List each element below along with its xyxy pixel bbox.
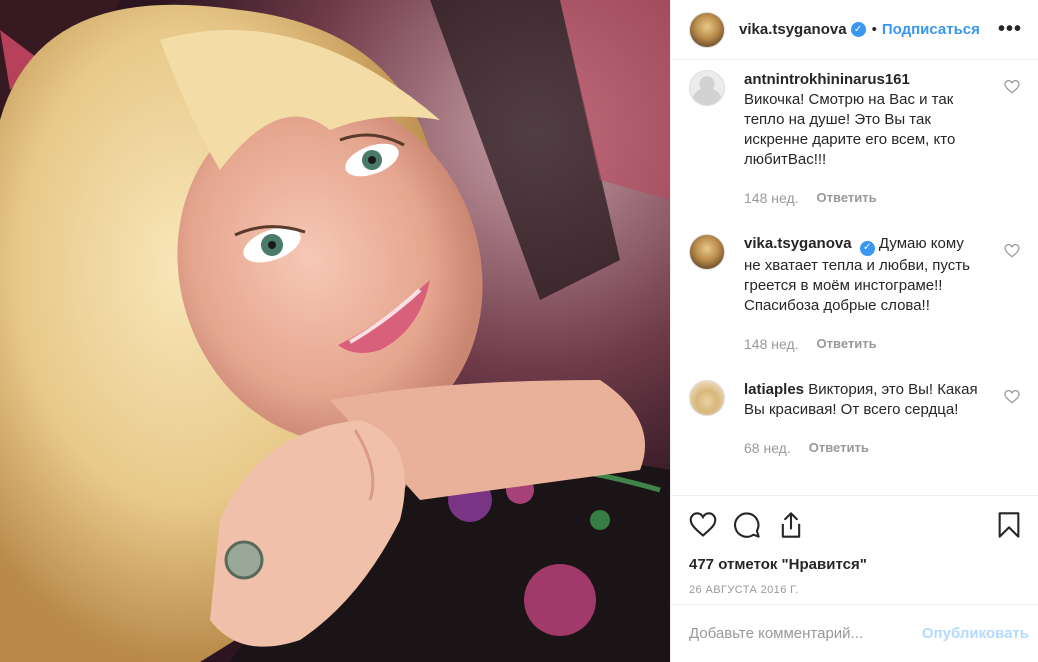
post-header: vika.tsyganova ✓ • Подписаться ••• (671, 0, 1038, 60)
commenter-avatar[interactable] (689, 234, 725, 270)
comment-item: latiaples Виктория, это Вы! Какая Вы кра… (689, 379, 1022, 458)
bookmark-icon[interactable] (995, 511, 1023, 539)
like-comment-heart-icon[interactable] (1004, 244, 1020, 258)
publish-button[interactable]: Опубликовать (922, 625, 1029, 642)
comment-username[interactable]: latiaples (744, 381, 804, 398)
comment-time[interactable]: 68 нед. (744, 438, 791, 458)
author-avatar[interactable] (689, 11, 725, 48)
commenter-avatar[interactable] (689, 379, 725, 416)
comment-username[interactable]: vika.tsyganova (744, 235, 852, 252)
reply-button[interactable]: Ответить (809, 438, 869, 458)
portrait-image (0, 0, 670, 662)
comments-list[interactable]: antnintrokhininarus161 Викочка! Смотрю н… (671, 60, 1038, 494)
reply-button[interactable]: Ответить (817, 188, 877, 208)
post-actions: 477 отметок "Нравится" 26 августа 2016 г… (671, 495, 1038, 596)
like-comment-heart-icon[interactable] (1004, 80, 1020, 94)
comment-time[interactable]: 148 нед. (744, 334, 799, 354)
author-username[interactable]: vika.tsyganova (739, 21, 847, 38)
comment-time[interactable]: 148 нед. (744, 188, 799, 208)
share-icon[interactable] (777, 511, 805, 539)
add-comment-section: Опубликовать (671, 604, 1038, 662)
comment-meta: 68 нед. Ответить (744, 438, 980, 458)
verified-icon: ✓ (850, 22, 866, 37)
comment-item: vika.tsyganova ✓ Думаю кому не хватает т… (689, 234, 1022, 354)
likes-count[interactable]: 477 отметок "Нравится" (689, 556, 1023, 573)
comment-item: antnintrokhininarus161 Викочка! Смотрю н… (689, 70, 1022, 208)
comment-body: vika.tsyganova ✓ Думаю кому не хватает т… (744, 234, 980, 354)
comment-text: Викочка! Смотрю на Вас и так тепло на ду… (744, 91, 956, 168)
heart-icon[interactable] (689, 511, 717, 539)
reply-button[interactable]: Ответить (817, 334, 877, 354)
post-photo[interactable] (0, 0, 670, 662)
comment-meta: 148 нед. Ответить (744, 188, 980, 208)
commenter-avatar[interactable] (689, 70, 725, 106)
more-options-icon[interactable]: ••• (998, 18, 1022, 41)
like-comment-heart-icon[interactable] (1004, 389, 1020, 404)
follow-button[interactable]: Подписаться (882, 21, 980, 38)
post-side-panel: vika.tsyganova ✓ • Подписаться ••• antni… (670, 0, 1038, 662)
comment-body: antnintrokhininarus161 Викочка! Смотрю н… (744, 70, 980, 208)
comment-icon[interactable] (733, 511, 761, 539)
comment-input[interactable] (689, 625, 922, 642)
comment-username[interactable]: antnintrokhininarus161 (744, 71, 910, 88)
comment-meta: 148 нед. Ответить (744, 334, 980, 354)
comment-body: latiaples Виктория, это Вы! Какая Вы кра… (744, 380, 980, 458)
verified-icon: ✓ (859, 240, 875, 256)
post-date[interactable]: 26 августа 2016 г. (689, 584, 1023, 596)
separator-dot: • (871, 21, 877, 38)
action-icons (689, 510, 1023, 540)
